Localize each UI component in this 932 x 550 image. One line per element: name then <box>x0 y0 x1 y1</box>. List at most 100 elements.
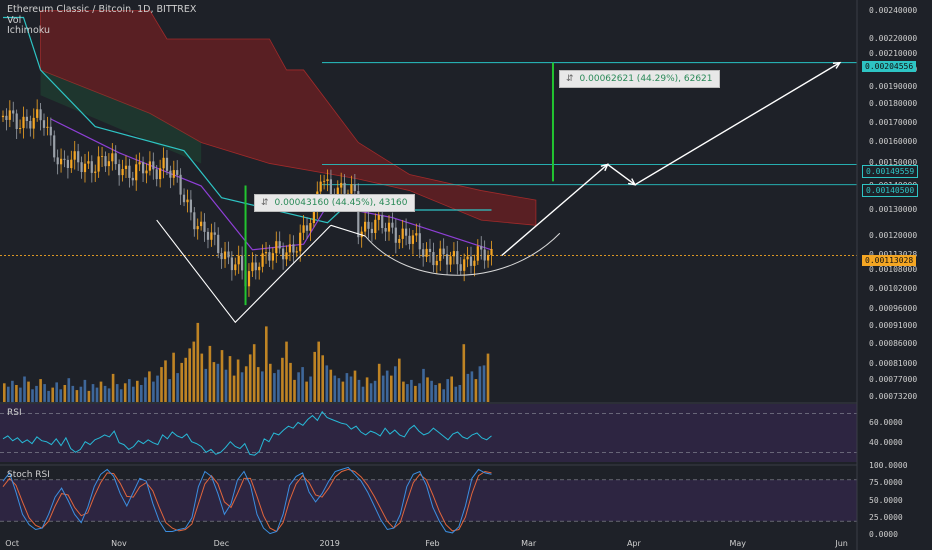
candle-body <box>340 182 343 188</box>
candle-body <box>323 180 326 182</box>
volume-bar <box>119 389 123 403</box>
candle-body <box>408 235 411 244</box>
indicator-ichimoku-label[interactable]: Ichimoku <box>7 25 50 36</box>
candle-body <box>206 231 210 240</box>
pattern-line <box>330 224 366 237</box>
volume-bar <box>19 387 22 403</box>
volume-bar <box>261 371 264 402</box>
candle-body <box>466 256 469 260</box>
candle-body <box>66 159 69 168</box>
candle-body <box>398 239 401 243</box>
candle-body <box>179 174 182 195</box>
candle-body <box>442 248 445 255</box>
measure-icon: ⇵ <box>566 74 574 84</box>
candle-body <box>241 255 244 271</box>
candle-body <box>230 257 233 271</box>
candle-body <box>483 249 486 261</box>
volume-bar <box>256 367 260 402</box>
candle-body <box>319 181 322 192</box>
candle-body <box>32 117 35 129</box>
price-tick-label: 0.00073200 <box>869 392 918 401</box>
volume-bar <box>470 371 474 402</box>
price-tick-label: 0.00086000 <box>869 339 918 348</box>
rsi-pane-label[interactable]: RSI <box>7 408 22 418</box>
level-tag-top[interactable]: 0.00204556 <box>862 61 917 72</box>
volume-bar <box>410 379 413 402</box>
volume-bar <box>418 383 421 402</box>
measure-label-1[interactable]: ⇵ 0.00043160 (44.45%), 43160 <box>254 194 415 212</box>
price-tick-label: 0.00120000 <box>869 231 918 240</box>
candle-body <box>114 153 117 165</box>
volume-bar <box>148 371 151 402</box>
volume-bar <box>216 363 220 403</box>
candle-body <box>275 241 278 254</box>
candle-body <box>63 158 66 160</box>
candle-body <box>299 232 302 252</box>
candle-body <box>463 259 466 271</box>
volume-bar <box>103 385 107 402</box>
volume-bar <box>353 370 357 402</box>
volume-bar <box>297 372 300 402</box>
volume-bar <box>289 362 292 402</box>
volume-bar <box>67 378 71 402</box>
candle-body <box>370 228 373 233</box>
level-tag-mid[interactable]: 0.00149559 <box>862 165 919 178</box>
volume-bar <box>414 385 417 402</box>
level-tag-low[interactable]: 0.00140500 <box>862 184 919 197</box>
volume-bar <box>224 369 228 402</box>
price-tick-label: 0.00081000 <box>869 359 918 368</box>
candle-body <box>182 194 186 203</box>
candle-body <box>258 266 261 271</box>
candle-body <box>200 221 203 227</box>
candle-body <box>5 115 8 120</box>
volume-bar <box>192 341 196 402</box>
candle-body <box>142 162 145 174</box>
price-chart[interactable] <box>0 0 932 550</box>
time-tick-label: Nov <box>111 539 127 548</box>
volume-bar <box>140 385 143 402</box>
candle-body <box>124 165 128 169</box>
candle-body <box>60 158 63 165</box>
volume-bar <box>394 366 397 402</box>
candle-body <box>227 251 230 258</box>
volume-bar <box>75 390 79 402</box>
candle-body <box>73 151 76 160</box>
candle-body <box>251 262 254 272</box>
measure-label-2[interactable]: ⇵ 0.00062621 (44.29%), 62621 <box>559 70 720 88</box>
candle-body <box>217 234 220 254</box>
volume-bar <box>252 344 256 402</box>
candle-body <box>261 253 264 267</box>
volume-bar <box>132 386 135 402</box>
candle-body <box>162 157 165 169</box>
volume-bar <box>265 326 268 403</box>
current-price-tag[interactable]: 0.00113028 <box>862 255 917 266</box>
volume-bar <box>285 341 288 402</box>
volume-bar <box>87 390 91 402</box>
candle-body <box>254 262 257 271</box>
candle-body <box>8 110 11 120</box>
candle-body <box>176 170 179 175</box>
volume-bar <box>458 385 462 402</box>
volume-bar <box>35 385 38 402</box>
candle-body <box>87 161 90 164</box>
volume-bar <box>309 376 312 402</box>
volume-bar <box>95 387 99 403</box>
volume-bar <box>450 376 453 402</box>
candle-body <box>381 215 384 228</box>
volume-bar <box>128 379 131 403</box>
candle-body <box>435 260 438 266</box>
candle-body <box>401 228 404 239</box>
candle-body <box>83 163 87 173</box>
stoch-pane-label[interactable]: Stoch RSI <box>7 470 50 480</box>
candle-body <box>118 164 121 176</box>
volume-bar <box>172 352 175 402</box>
volume-bar <box>79 386 83 402</box>
volume-bar <box>27 381 30 402</box>
stoch-tick-label: 25.0000 <box>869 513 903 522</box>
candle-body <box>53 135 56 158</box>
candle-body <box>25 116 28 121</box>
volume-bar <box>305 381 308 402</box>
candle-body <box>223 251 227 260</box>
candle-body <box>391 222 394 228</box>
measure-label-2-text: 0.00062621 (44.29%), 62621 <box>579 74 713 84</box>
